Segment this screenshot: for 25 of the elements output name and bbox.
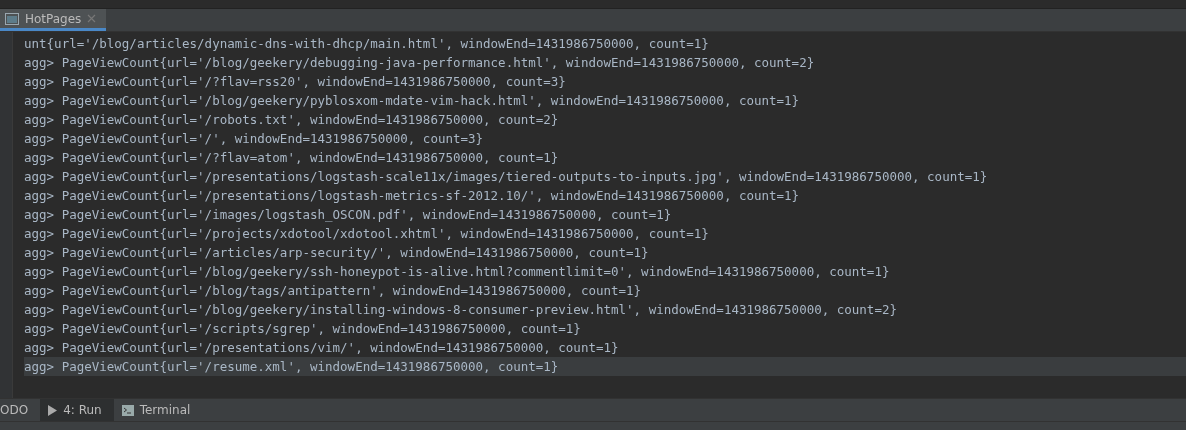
console-line: agg> PageViewCount{url='/blog/geekery/debugging-java-performance.html', windowEnd=1431986750000, count=2} [24,54,816,72]
play-icon [48,404,58,416]
console-line: agg> PageViewCount{url='/articles/arp-security/', windowEnd=1431986750000, count=1} [24,244,650,262]
console-line: agg> PageViewCount{url='/', windowEnd=1431986750000, count=3} [24,130,485,148]
console-line: agg> PageViewCount{url='/?flav=atom', windowEnd=1431986750000, count=1} [24,149,560,167]
close-icon[interactable] [87,14,97,23]
terminal-icon [121,404,134,416]
console-line: agg> PageViewCount{url='/scripts/sgrep', windowEnd=1431986750000, count=1} [24,320,582,338]
console-line: agg> PageViewCount{url='/robots.txt', windowEnd=1431986750000, count=2} [24,111,560,129]
console-line: agg> PageViewCount{url='/presentations/vim/', windowEnd=1431986750000, count=1} [24,339,620,357]
console-line: agg> PageViewCount{url='/projects/xdotool/xdotool.xhtml', windowEnd=1431986750000, count=1} [24,225,710,243]
console-line: agg> PageViewCount{url='/images/logstash_OSCON.pdf', windowEnd=1431986750000, count=1} [24,206,673,224]
console-tab[interactable]: HotPages [0,9,107,31]
console-line: agg> PageViewCount{url='/?flav=rss20', windowEnd=1431986750000, count=3} [24,73,567,91]
console-line: agg> PageViewCount{url='/presentations/logstash-metrics-sf-2012.10/', windowEnd=1431986750000, count=1} [24,187,801,205]
console-line: unt{url='/blog/articles/dynamic-dns-with-dhcp/main.html', windowEnd=1431986750000, count=1} [24,35,710,53]
console-line: agg> PageViewCount{url='/blog/geekery/pyblosxom-mdate-vim-hack.html', windowEnd=1431986750000, count=1} [24,92,801,110]
tool-window-tab[interactable]: 4: Run [40,399,114,421]
console-line: agg> PageViewCount{url='/blog/tags/antipattern', windowEnd=1431986750000, count=1} [24,282,643,300]
console-line: agg> PageViewCount{url='/blog/geekery/ssh-honeypot-is-alive.html?commentlimit=0', windowEnd=1431986750000, count=1} [24,263,891,281]
console-line: agg> PageViewCount{url='/presentations/logstash-scale11x/images/tiered-outputs-to-inputs.jpg', windowEnd=1431986750000, count=1} [24,168,989,186]
console-line: agg> PageViewCount{url='/blog/geekery/installing-windows-8-consumer-preview.html', windowEnd=1431986750000, count=2} [24,301,898,319]
window-icon [5,12,19,25]
tool-window-tab[interactable]: ODO [0,399,41,421]
tool-window-tab[interactable]: Terminal [113,399,203,421]
